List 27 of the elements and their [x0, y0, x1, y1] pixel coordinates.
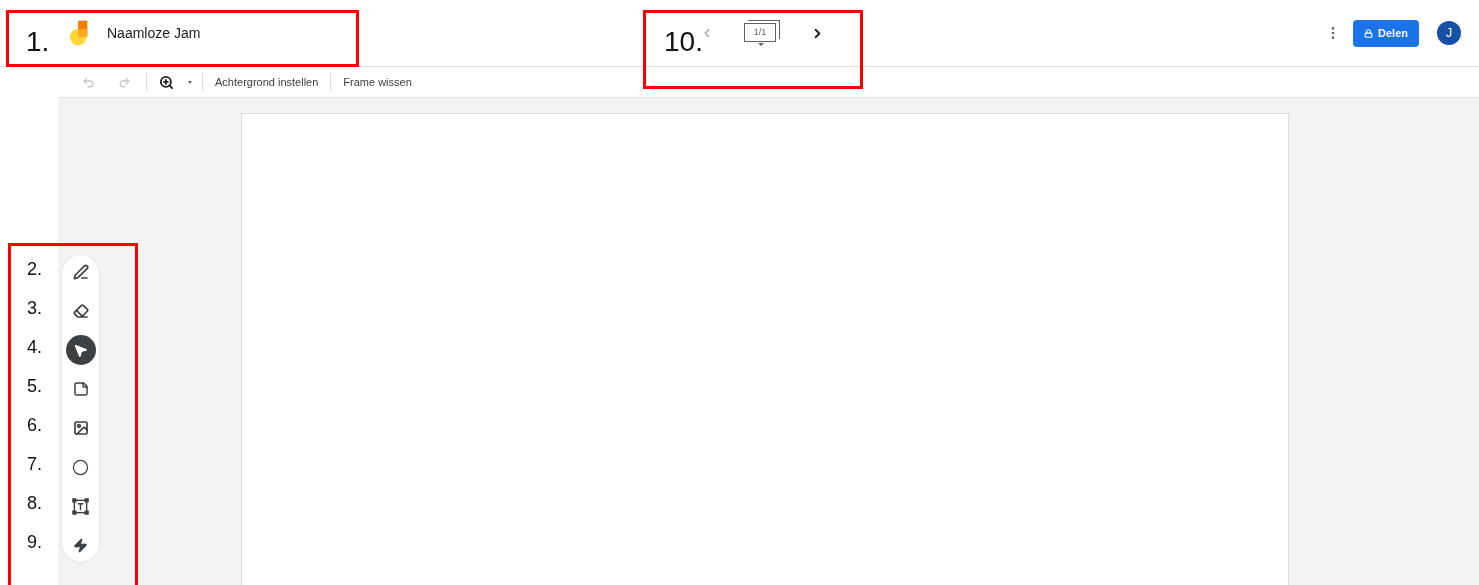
annotation-label: 7.: [27, 454, 42, 475]
toolbar-button[interactable]: Frame wissen: [343, 73, 412, 91]
zoom-icon: [159, 74, 174, 90]
laser-icon: [73, 537, 88, 553]
annotation-label: 1.: [26, 25, 50, 59]
pen-icon: [72, 264, 89, 280]
zoom-button[interactable]: [159, 74, 192, 90]
pointer-icon: [73, 342, 88, 358]
document-title[interactable]: Naamloze Jam: [107, 22, 201, 44]
toolbar-button[interactable]: Achtergrond instellen: [215, 73, 319, 91]
circle-icon: [72, 458, 89, 476]
annotation-label: 5.: [27, 376, 42, 397]
annotation-label: 4.: [27, 337, 42, 358]
annotation-label: 10.: [664, 25, 703, 59]
avatar[interactable]: J: [1437, 21, 1461, 45]
eraser-icon: [72, 303, 89, 319]
tool-button[interactable]: [65, 335, 96, 365]
note-icon: [72, 381, 89, 397]
annotation-label: 2.: [27, 259, 42, 280]
text-box-icon: [72, 497, 89, 515]
image-icon: [72, 420, 89, 436]
annotation-label: 9.: [27, 532, 42, 553]
lock-icon: [1364, 28, 1373, 38]
annotation-label: 8.: [27, 493, 42, 514]
share-button[interactable]: Delen: [1353, 19, 1419, 47]
annotation-label: 3.: [27, 298, 42, 319]
annotation-label: 6.: [27, 415, 42, 436]
